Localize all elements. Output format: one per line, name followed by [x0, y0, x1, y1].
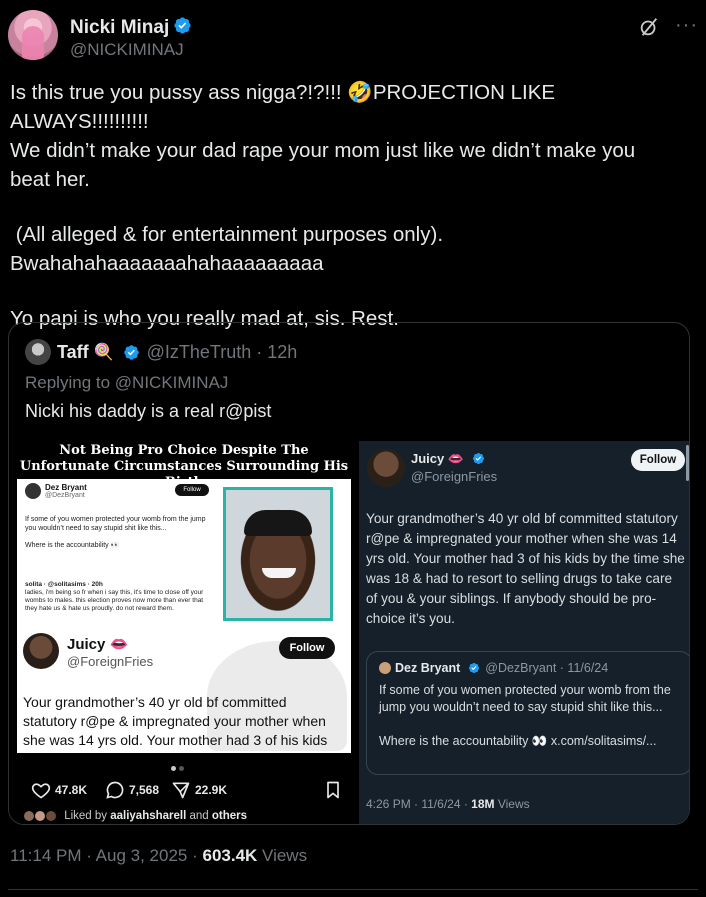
inner-author-name: Dez Bryant [45, 483, 87, 492]
carousel-dot[interactable] [179, 766, 184, 771]
juicy-handle: @ForeignFries [411, 469, 498, 484]
heart-icon [31, 783, 51, 799]
share-count: 22.9K [195, 783, 228, 797]
media-left-screenshot[interactable]: Not Being Pro Choice Despite The Unfortu… [9, 441, 357, 824]
inner-quoted-header: Dez Bryant @DezBryant · 11/6/24 [379, 660, 608, 675]
more-options-icon[interactable]: ··· [675, 14, 698, 37]
inner-quoted-handle: @DezBryant · 11/6/24 [485, 660, 609, 675]
author-avatar[interactable] [8, 10, 58, 60]
inner-quoted-text-2: Where is the accountability 👀 x.com/soli… [379, 734, 657, 748]
divider [8, 889, 698, 890]
send-icon [172, 782, 190, 799]
replying-to-handle[interactable]: @NICKIMINAJ [115, 373, 229, 392]
scrollbar [686, 445, 689, 481]
inner-quoted-avatar [379, 661, 391, 674]
inner-timestamp: 4:26 PM · 11/6/24 · 18M Views [366, 797, 530, 811]
juicy-name-text: Juicy 👄 [411, 451, 465, 466]
inner-quoted-text: If some of you women protected your womb… [379, 683, 671, 714]
liked-by: Liked by aaliyahsharell and others [23, 810, 247, 822]
quoted-post[interactable]: Taff 🍭 @IzTheTruth · 12h Replying to @NI… [8, 322, 690, 825]
quoted-author-avatar[interactable] [25, 339, 51, 365]
portrait-photo [223, 487, 333, 621]
liked-by-avatars [23, 810, 61, 822]
comment-count: 7,568 [129, 783, 160, 797]
replying-to-label: Replying to [25, 373, 115, 392]
verified-badge-icon [123, 344, 139, 360]
screenshot-image[interactable]: Not Being Pro Choice Despite The Unfortu… [17, 441, 351, 753]
lollipop-emoji: 🍭 [93, 344, 114, 361]
author-handle[interactable]: @NICKIMINAJ [70, 40, 184, 60]
quoted-post-header: Taff 🍭 @IzTheTruth · 12h [25, 339, 297, 365]
inner-quote-text: ladies, i'm being so fr when i say this,… [25, 589, 204, 612]
views-label: Views [257, 846, 308, 865]
juicy-handle: @ForeignFries [67, 654, 154, 669]
inner-body-text-2: Where is the accountability 👀 [25, 542, 120, 549]
inner-quoted-post: Dez Bryant @DezBryant · 11/6/24 If some … [366, 651, 689, 775]
quoted-author-name[interactable]: Taff [57, 342, 89, 362]
verified-badge-icon [472, 452, 484, 465]
inner-body-text: If some of you women protected your womb… [25, 516, 206, 532]
comment-icon [106, 781, 124, 799]
engagement-bar: 47.8K 7,568 22.9K [23, 779, 343, 801]
liked-by-others[interactable]: others [212, 810, 247, 822]
juicy-name: Juicy 👄 [67, 636, 129, 653]
post-text-line: (All alleged & for entertainment purpose… [10, 223, 444, 246]
media-right-screenshot[interactable]: Juicy 👄 @ForeignFries Follow Your grandm… [359, 441, 689, 824]
author-name-text[interactable]: Nicki Minaj [70, 17, 169, 38]
post-text-line: Is this true you pussy ass nigga?!?!!! 🤣… [10, 81, 560, 133]
post-text-line: Bwahahahaaaaaaahahaaaaaaaaa [10, 252, 324, 275]
inner-body: If some of you women protected your womb… [25, 515, 215, 550]
juicy-follow-button: Follow [279, 637, 335, 659]
liked-by-and: and [186, 810, 212, 823]
grok-icon[interactable] [638, 16, 660, 38]
inner-quoted-name: Dez Bryant [395, 660, 461, 675]
bookmark-icon [327, 781, 339, 799]
quoted-media[interactable]: Not Being Pro Choice Despite The Unfortu… [9, 441, 689, 824]
post-time[interactable]: 11:14 PM · Aug 3, 2025 · [10, 846, 202, 865]
screenshot-banner: Not Being Pro Choice Despite The Unfortu… [17, 441, 351, 490]
post-text: Is this true you pussy ass nigga?!?!!! 🤣… [10, 78, 696, 333]
verified-badge-icon [174, 17, 191, 34]
inner-time-text: 4:26 PM · 11/6/24 · [366, 797, 472, 811]
post-text-line: We didn’t make your dad rape your mom ju… [10, 139, 636, 162]
liked-by-user[interactable]: aaliyahsharell [110, 810, 186, 822]
inner-view-count: 18M [471, 797, 495, 811]
juicy-avatar [23, 633, 59, 669]
carousel-dot[interactable] [171, 766, 176, 771]
juicy-text: Your grandmother’s 40 yr old bf committe… [23, 694, 328, 748]
replying-to: Replying to @NICKIMINAJ [25, 373, 228, 393]
juicy-text: Your grandmother’s 40 yr old bf committe… [366, 511, 685, 626]
juicy-name: Juicy 👄 [411, 451, 485, 467]
post-header: Nicki Minaj @NICKIMINAJ ··· [8, 10, 698, 70]
inner-quote-author: solita · @solitasims · 20h [25, 581, 103, 588]
view-count: 603.4K [202, 846, 258, 865]
inner-follow-button: Follow [175, 484, 209, 496]
juicy-follow-button: Follow [631, 449, 685, 471]
quoted-author-handle[interactable]: @IzTheTruth · 12h [147, 342, 298, 362]
inner-author-handle: @DezBryant [45, 492, 85, 499]
like-count: 47.8K [55, 783, 88, 797]
inner-views-label: Views [494, 797, 530, 811]
inner-quote: solita · @solitasims · 20h ladies, i'm b… [25, 581, 215, 613]
verified-badge-icon [468, 662, 479, 673]
author-name[interactable]: Nicki Minaj [70, 16, 192, 39]
juicy-avatar [367, 449, 405, 487]
liked-by-label: Liked by [64, 810, 111, 823]
post-text-line: beat her. [10, 168, 90, 191]
quoted-post-text: Nicki his daddy is a real r@pist [25, 401, 272, 421]
post-timestamp: 11:14 PM · Aug 3, 2025 · 603.4K Views [10, 846, 307, 866]
carousel-dots[interactable] [171, 758, 195, 771]
inner-quoted-body: If some of you women protected your womb… [379, 682, 679, 750]
inner-avatar [25, 483, 41, 499]
